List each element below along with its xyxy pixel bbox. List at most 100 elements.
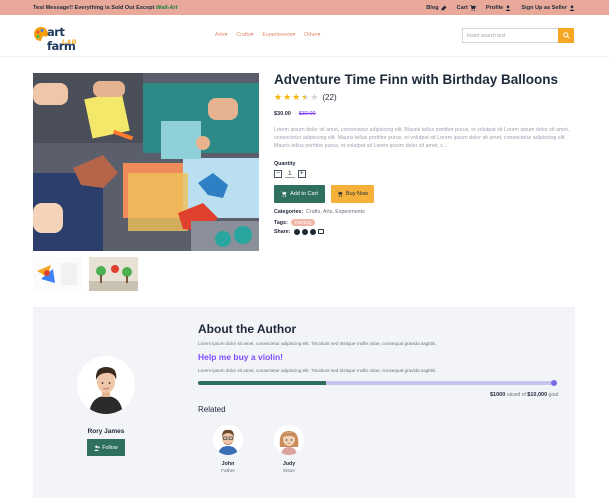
- nav-label: Arts: [215, 32, 225, 38]
- share-icons: [293, 229, 324, 235]
- cart-icon: [281, 191, 287, 197]
- related-name: Judy: [282, 461, 296, 467]
- raised-of-label: raised of: [506, 392, 526, 398]
- profile-link[interactable]: Profile: [486, 5, 511, 11]
- judy-avatar-image: [274, 425, 304, 455]
- follow-button[interactable]: Follow: [87, 439, 125, 456]
- quantity-value[interactable]: 1: [285, 170, 295, 178]
- add-user-icon: [94, 445, 101, 451]
- star-empty-icon: ★: [310, 92, 319, 102]
- product-categories: Categories: Crafts, Arts, Experiments: [274, 209, 365, 215]
- star-icon: ★: [274, 92, 283, 102]
- cart-link-label: Cart: [456, 4, 468, 11]
- profile-link-label: Profile: [485, 4, 504, 11]
- related-avatar: [213, 425, 243, 455]
- announcement-bar: Test Message!! Everything is Sold Out Ex…: [0, 0, 609, 15]
- related-title: Related: [198, 405, 226, 414]
- share-label: Share:: [274, 229, 291, 235]
- categories-value[interactable]: Crafts, Arts, Experiments: [306, 209, 365, 215]
- announcement-highlight: Wall-Art: [156, 4, 178, 11]
- author-avatar-image: [77, 356, 135, 414]
- share-link-icon[interactable]: [317, 229, 324, 234]
- half-star-icon: ★: [301, 92, 310, 102]
- author-name: Rory James: [87, 428, 125, 435]
- buy-now-button[interactable]: Buy Now: [331, 185, 374, 203]
- related-avatar: [274, 425, 304, 455]
- nav-item-crafts[interactable]: Crafts▾: [236, 32, 253, 38]
- fundraiser-progress-bar: [198, 379, 557, 386]
- product-share: Share:: [274, 229, 324, 235]
- site-logo[interactable]: art farm LAB: [33, 24, 95, 53]
- quantity-increment-button[interactable]: +: [297, 170, 306, 178]
- price-original: $32.00: [298, 111, 316, 117]
- announcement-text: Test Message!! Everything is Sold Out Ex…: [33, 4, 155, 11]
- related-person[interactable]: Judy Sister: [269, 425, 309, 474]
- search-placeholder: Insert search text: [467, 32, 506, 39]
- nav-label: Crafts: [236, 32, 251, 38]
- search-button[interactable]: [558, 28, 574, 43]
- logo-subtext: LAB: [62, 39, 77, 46]
- cart-icon: [336, 191, 343, 197]
- thumbnail-image: [33, 257, 82, 291]
- related-person[interactable]: John Father: [208, 425, 248, 474]
- quantity-decrement-button[interactable]: −: [274, 170, 282, 178]
- announcement-message: Test Message!! Everything is Sold Out Ex…: [33, 5, 177, 11]
- author-avatar[interactable]: [77, 356, 135, 414]
- add-to-cart-button[interactable]: Add to Cart: [274, 185, 325, 203]
- facebook-icon[interactable]: [293, 229, 300, 235]
- product-description: Lorem ipsum dolor sit amet, consectetur …: [274, 127, 570, 149]
- star-icon: ★: [292, 92, 301, 102]
- about-author-title: About the Author: [198, 322, 297, 336]
- goal-label: goal: [548, 392, 558, 398]
- user-icon: [569, 4, 575, 11]
- product-thumbnail[interactable]: [89, 257, 138, 291]
- star-icon: ★: [283, 92, 292, 102]
- nav-label: Experiments: [262, 32, 293, 38]
- blog-icon: [441, 5, 447, 10]
- site-header: art farm LAB Arts▾ Crafts▾ Experiments▾ …: [0, 15, 609, 57]
- nav-item-arts[interactable]: Arts▾: [215, 32, 227, 38]
- search-icon: [562, 32, 570, 39]
- related-name: John: [221, 461, 235, 467]
- blog-link-label: Blog: [426, 4, 439, 11]
- quantity-stepper: − 1 +: [274, 170, 306, 178]
- price-current: $30.00: [274, 111, 291, 117]
- goal-amount: $10,000: [527, 392, 548, 398]
- categories-label: Categories:: [274, 209, 304, 215]
- add-to-cart-label: Add to Cart: [290, 191, 318, 197]
- signup-seller-link[interactable]: Sign Up as Seller: [521, 5, 575, 11]
- product-prices: $30.00 $32.00: [274, 111, 316, 117]
- product-tags: Tags: Painting: [274, 219, 315, 226]
- progress-end-marker: [551, 379, 557, 386]
- tag-pill[interactable]: Painting: [290, 219, 315, 226]
- product-main-image[interactable]: [33, 73, 259, 251]
- about-author-text: Lorem ipsum dolor sit amet, consectetur …: [198, 341, 437, 346]
- nav-item-experiments[interactable]: Experiments▾: [262, 32, 295, 38]
- fundraiser-title: Help me buy a violin!: [198, 352, 284, 362]
- follow-label: Follow: [102, 444, 118, 451]
- related-role: Sister: [282, 469, 296, 474]
- product-thumbnail[interactable]: [33, 257, 82, 291]
- signup-link-label: Sign Up as Seller: [521, 4, 567, 11]
- main-nav: Arts▾ Crafts▾ Experiments▾ Other▾: [215, 32, 320, 38]
- pinterest-icon[interactable]: [301, 229, 308, 235]
- nav-item-other[interactable]: Other▾: [304, 32, 320, 38]
- search-input[interactable]: Insert search text: [462, 28, 558, 43]
- top-links: Blog Cart Profile Sign Up as Seller: [426, 5, 575, 11]
- buy-now-label: Buy Now: [345, 191, 368, 197]
- product-rating: ★ ★ ★ ★ ★ (22): [274, 92, 337, 103]
- blog-link[interactable]: Blog: [426, 4, 447, 11]
- tags-label: Tags:: [274, 219, 288, 226]
- nav-label: Other: [304, 32, 318, 38]
- quantity-label: Quantity: [274, 161, 296, 167]
- rating-count: (22): [322, 93, 337, 102]
- twitter-icon[interactable]: [309, 229, 316, 235]
- related-role: Father: [221, 469, 235, 474]
- fundraiser-raised: $1000 raised of $10,000 goal: [420, 392, 558, 398]
- user-icon: [505, 4, 511, 11]
- john-avatar-image: [213, 425, 243, 455]
- progress-fill: [198, 381, 327, 385]
- cart-link[interactable]: Cart: [457, 5, 476, 11]
- raised-amount: $1000: [490, 392, 506, 398]
- thumbnail-image: [89, 257, 138, 291]
